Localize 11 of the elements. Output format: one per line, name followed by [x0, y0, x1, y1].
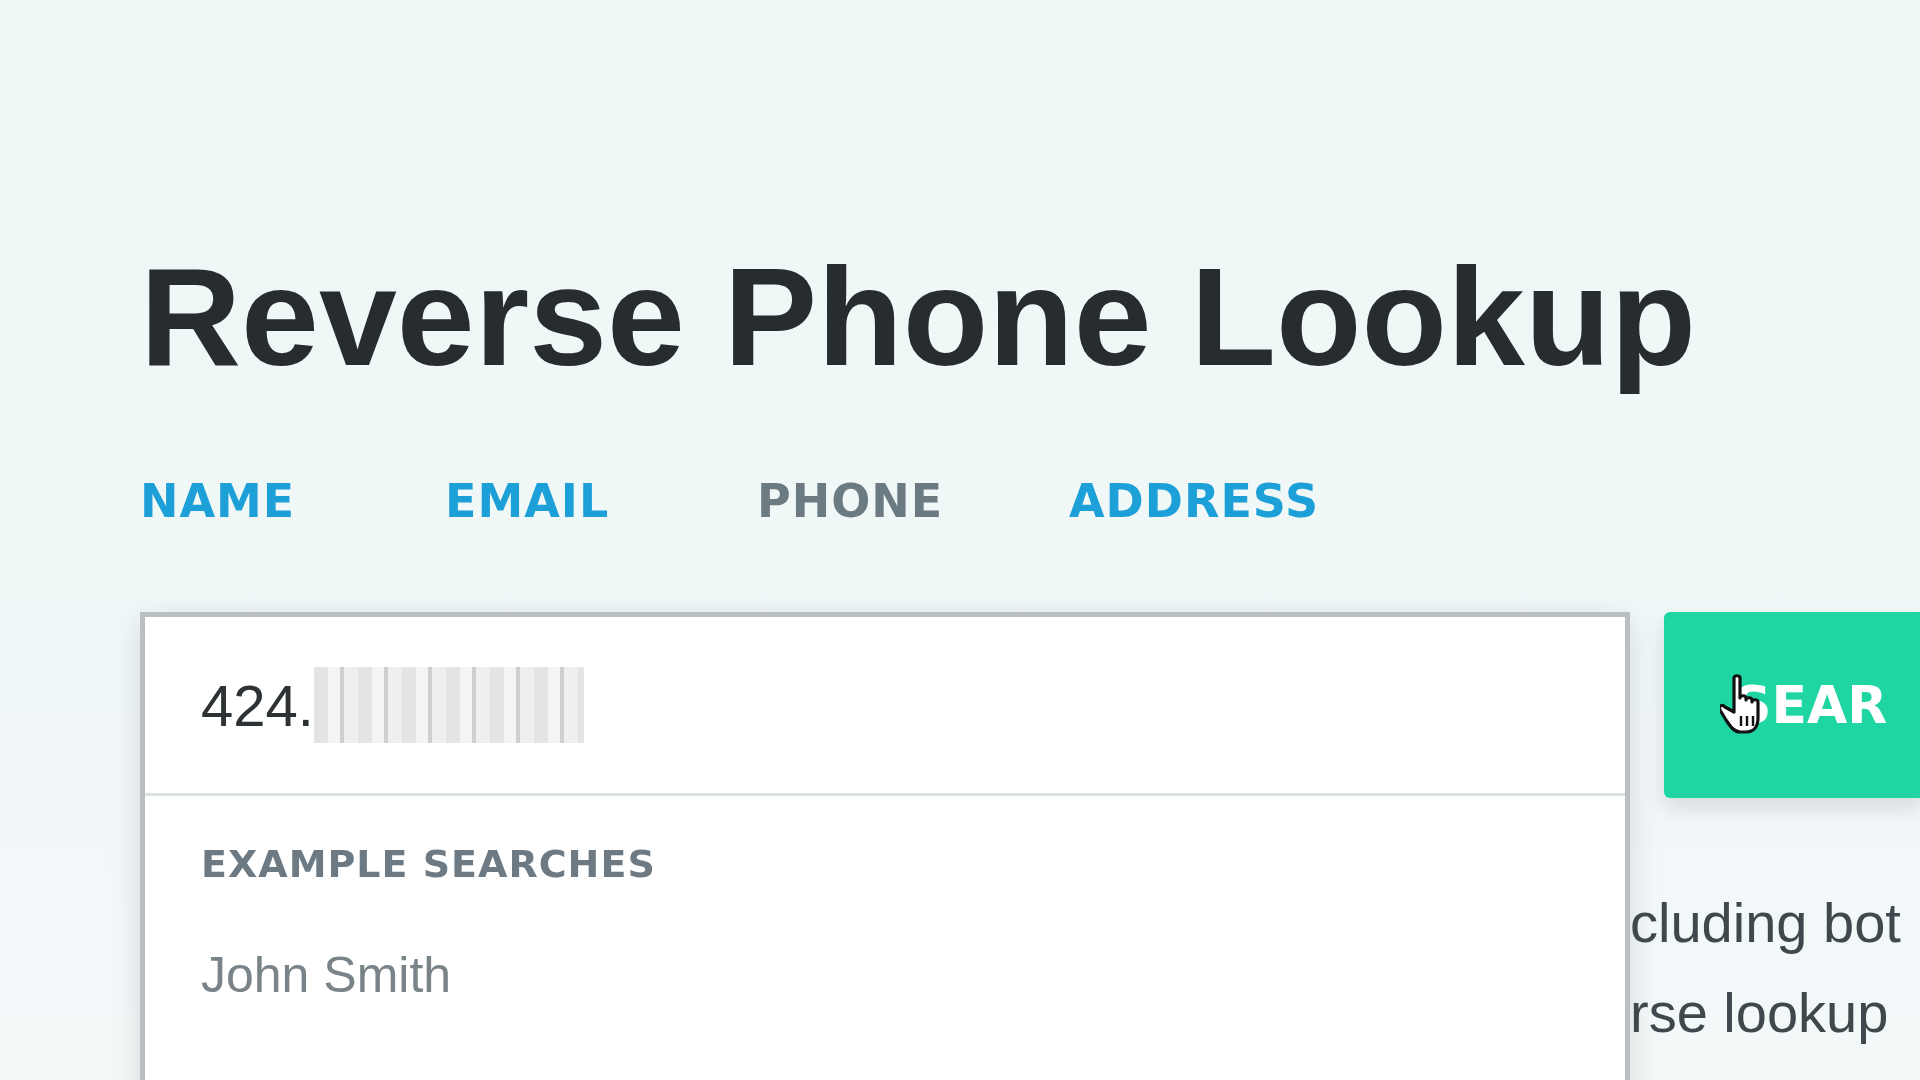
description-text: rse lookup — [1630, 980, 1890, 1046]
search-tab[interactable]: ADDRESS — [1069, 474, 1381, 528]
description-text: cluding bot — [1630, 890, 1902, 956]
search-tab[interactable]: NAME — [140, 474, 445, 528]
search-field[interactable]: 424. — [145, 617, 1625, 796]
examples-heading: EXAMPLE SEARCHES — [201, 842, 657, 886]
page-title: Reverse Phone Lookup — [140, 240, 1696, 394]
example-item[interactable]: John Smith — [201, 946, 1569, 1004]
field-value: 424. — [201, 671, 314, 739]
search-tab[interactable]: PHONE — [757, 474, 1069, 528]
search-tab[interactable]: EMAIL — [445, 474, 757, 528]
